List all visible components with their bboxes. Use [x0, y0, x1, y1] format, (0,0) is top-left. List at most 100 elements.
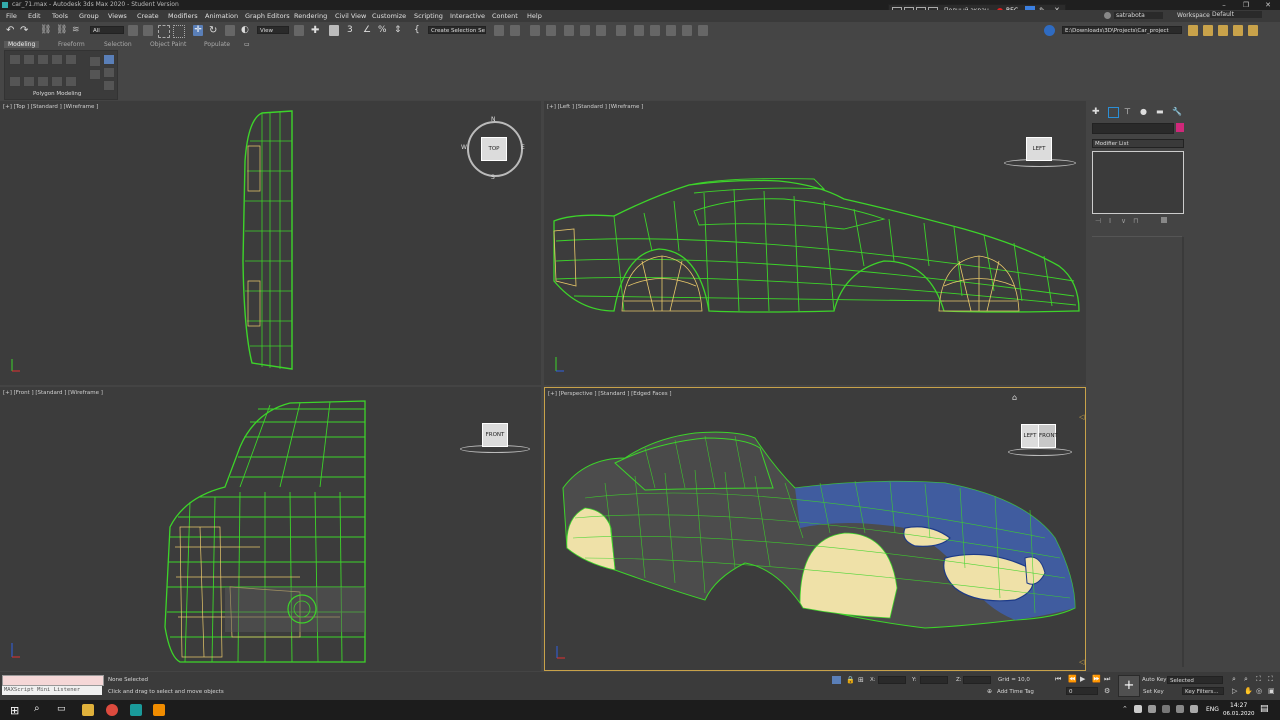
- maxscript-listener[interactable]: MAXScript Mini Listener: [2, 686, 102, 695]
- viewport-perspective[interactable]: [+] [Perspective ] [Standard ] [Edged Fa…: [544, 387, 1086, 671]
- add-time-tag[interactable]: Add Time Tag: [997, 689, 1034, 695]
- y-coordinate-field[interactable]: [920, 676, 948, 684]
- viewcube-ring[interactable]: [1008, 448, 1072, 456]
- tab-object-paint[interactable]: Object Paint: [150, 41, 186, 48]
- bind-space-warp-icon[interactable]: ≋: [72, 25, 82, 36]
- browse-project-icon[interactable]: [1233, 25, 1243, 36]
- menu-scripting[interactable]: Scripting: [414, 12, 443, 20]
- material-editor-icon[interactable]: [616, 25, 626, 36]
- volume-icon[interactable]: [1190, 705, 1198, 713]
- language-indicator[interactable]: ENG: [1206, 706, 1219, 713]
- tab-modeling[interactable]: Modeling: [4, 41, 40, 48]
- render-setup-icon[interactable]: [634, 25, 644, 36]
- menu-content[interactable]: Content: [492, 12, 518, 20]
- shrink-icon[interactable]: [89, 69, 101, 80]
- orbit-icon[interactable]: ◎: [1256, 687, 1262, 695]
- set-key-icon[interactable]: +: [1118, 675, 1140, 697]
- polygon-icon[interactable]: [51, 54, 63, 65]
- keyboard-shortcut-override-icon[interactable]: [329, 25, 339, 36]
- battery-icon[interactable]: [1176, 705, 1184, 713]
- select-and-move-icon[interactable]: ✛: [193, 25, 203, 36]
- key-mode-dropdown[interactable]: Selected: [1167, 676, 1223, 684]
- clock-time[interactable]: 14:27: [1230, 702, 1247, 709]
- ring-icon[interactable]: [103, 80, 115, 91]
- time-config-icon[interactable]: ⚙: [1104, 687, 1110, 695]
- next-frame-icon[interactable]: ⏩: [1092, 675, 1101, 683]
- undo-icon[interactable]: ↶: [6, 25, 16, 36]
- maximize-viewport-icon[interactable]: ▣: [1268, 687, 1275, 695]
- vertex-icon[interactable]: [9, 54, 21, 65]
- utilities-tab-icon[interactable]: 🔧: [1172, 107, 1182, 116]
- close-button[interactable]: ✕: [1258, 0, 1278, 10]
- isolate-selection-icon[interactable]: [832, 676, 841, 684]
- make-unique-icon[interactable]: ∨: [1121, 217, 1126, 225]
- time-slider-marker-icon[interactable]: ◁: [1079, 413, 1084, 421]
- tab-freeform[interactable]: Freeform: [58, 41, 85, 48]
- viewport-left[interactable]: [+] [Left ] [Standard ] [Wireframe ] LEF: [544, 101, 1086, 385]
- save-project-icon[interactable]: [1203, 25, 1213, 36]
- modify-mode-icon[interactable]: [9, 76, 21, 87]
- scene-explorer-icon[interactable]: [530, 25, 540, 36]
- select-and-rotate-icon[interactable]: ↻: [209, 25, 219, 36]
- motion-tab-icon[interactable]: ●: [1140, 107, 1147, 116]
- notifications-icon[interactable]: ▤: [1260, 704, 1269, 714]
- tray-arrow-icon[interactable]: ⌃: [1122, 705, 1128, 713]
- x-coordinate-field[interactable]: [878, 676, 906, 684]
- viewcube-front[interactable]: FRONT: [1038, 424, 1058, 448]
- current-frame-field[interactable]: 0: [1066, 687, 1098, 695]
- menu-modifiers[interactable]: Modifiers: [168, 12, 198, 20]
- a360-gallery-icon[interactable]: [698, 25, 708, 36]
- viewcube-left[interactable]: LEFT: [1021, 424, 1039, 448]
- configure-modifier-sets-icon[interactable]: [1161, 217, 1167, 223]
- align-icon[interactable]: [510, 25, 520, 36]
- named-selection-set-dropdown[interactable]: Create Selection Se: [428, 26, 486, 34]
- render-in-cloud-icon[interactable]: [682, 25, 692, 36]
- tab-populate[interactable]: Populate: [204, 41, 230, 48]
- mirror-icon[interactable]: [494, 25, 504, 36]
- go-to-start-icon[interactable]: ⏮: [1055, 675, 1061, 684]
- spinner-snap-icon[interactable]: ⇕: [394, 25, 404, 36]
- viewport-front[interactable]: [+] [Front ] [Standard ] [Wireframe ] FR…: [0, 387, 541, 671]
- menu-tools[interactable]: Tools: [52, 12, 68, 20]
- rectangular-selection-icon[interactable]: [158, 25, 170, 38]
- curve-editor-icon[interactable]: [580, 25, 590, 36]
- chrome-icon[interactable]: [106, 704, 118, 716]
- remove-modifier-icon[interactable]: ⊓: [1133, 217, 1138, 225]
- tab-selection[interactable]: Selection: [104, 41, 132, 48]
- task-view-icon[interactable]: ▭: [57, 704, 66, 714]
- maxscript-listener-top[interactable]: [2, 675, 104, 686]
- hierarchy-tab-icon[interactable]: ⊤: [1124, 107, 1131, 116]
- element-icon[interactable]: [65, 54, 77, 65]
- collapse-stack-icon[interactable]: [51, 76, 63, 87]
- edge-icon[interactable]: [23, 54, 35, 65]
- time-slider-marker-icon-2[interactable]: ◁: [1079, 658, 1084, 666]
- toggle-ribbon-icon[interactable]: [564, 25, 574, 36]
- snaps-toggle-icon[interactable]: 3: [347, 25, 357, 36]
- window-crossing-icon[interactable]: [173, 25, 185, 38]
- search-icon[interactable]: ⌕: [34, 703, 40, 714]
- display-tab-icon[interactable]: ▬: [1156, 107, 1164, 116]
- grow-icon[interactable]: [89, 56, 101, 67]
- maximize-button[interactable]: ❐: [1236, 0, 1256, 10]
- file-explorer-icon[interactable]: [82, 704, 94, 716]
- project-icon[interactable]: [1044, 25, 1055, 36]
- object-name-field[interactable]: [1092, 123, 1174, 134]
- select-by-name-icon[interactable]: [143, 25, 153, 36]
- render-production-icon[interactable]: [666, 25, 676, 36]
- play-icon[interactable]: ▶: [1080, 675, 1085, 683]
- 3ds-max-icon[interactable]: [130, 704, 142, 716]
- set-key-button[interactable]: Set Key: [1143, 689, 1164, 695]
- ribbon-options-icon[interactable]: ▭: [244, 41, 250, 48]
- absolute-mode-icon[interactable]: ⊞: [858, 676, 864, 684]
- zoom-all-icon[interactable]: ⌕: [1244, 675, 1248, 684]
- show-end-result-icon[interactable]: I: [1109, 217, 1111, 225]
- clock-date[interactable]: 06.01.2020: [1223, 711, 1255, 717]
- create-tab-icon[interactable]: ✚: [1092, 107, 1100, 117]
- menu-graph-editors[interactable]: Graph Editors: [245, 12, 290, 20]
- panel-scrollbar[interactable]: [1182, 237, 1184, 667]
- selection-lock-icon[interactable]: 🔒: [846, 676, 855, 684]
- previous-frame-icon[interactable]: ⏪: [1068, 675, 1077, 683]
- select-and-scale-icon[interactable]: [225, 25, 235, 36]
- user-name[interactable]: satrabota: [1114, 12, 1163, 19]
- ignore-backfacing-icon[interactable]: [37, 76, 49, 87]
